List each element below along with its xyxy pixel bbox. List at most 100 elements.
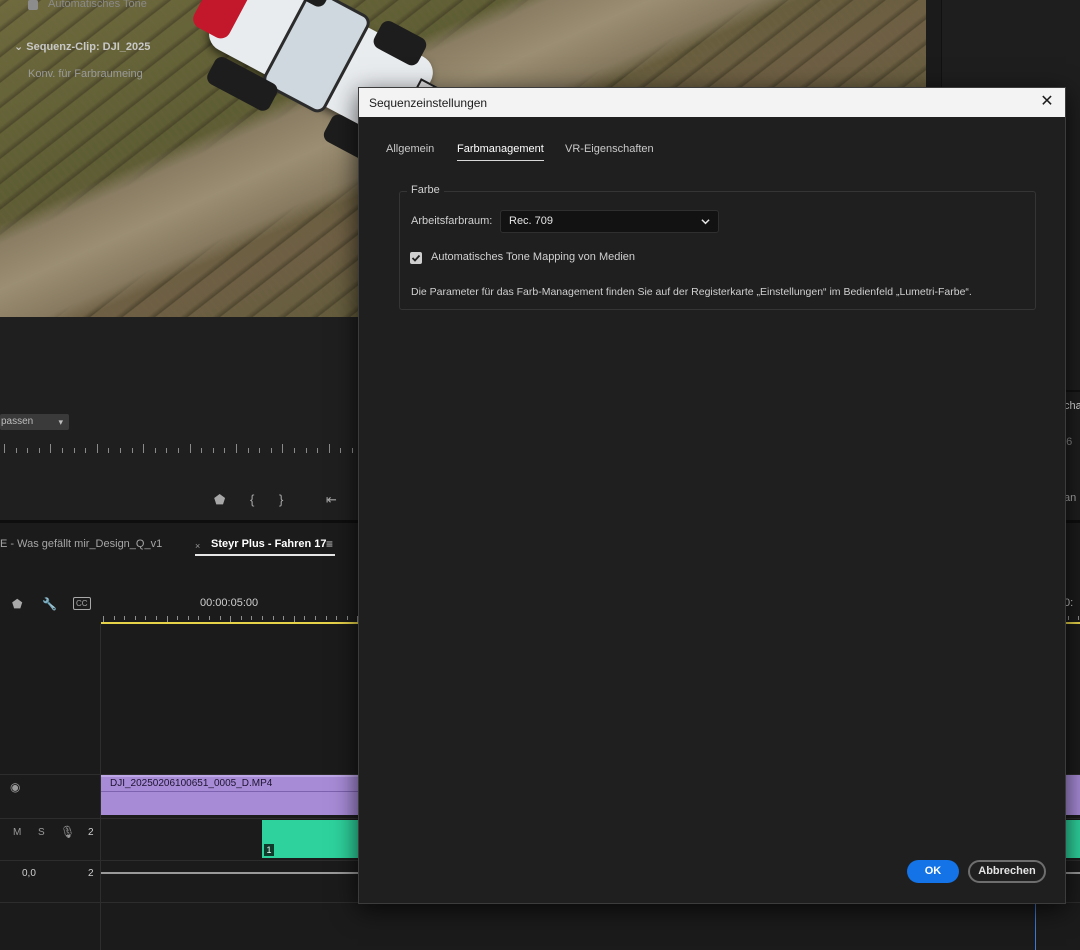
ruler-tick (50, 444, 51, 453)
ruler-tick (178, 448, 179, 453)
panel-menu-icon[interactable]: ≡ (326, 537, 333, 551)
timeline-ruler-tick (188, 616, 189, 620)
ruler-tick (108, 448, 109, 453)
timeline-ruler-tick (198, 616, 199, 620)
monitor-time-ruler[interactable] (0, 444, 358, 456)
tab-vr-eigenschaften[interactable]: VR-Eigenschaften (565, 143, 654, 155)
timeline-ruler-tick (326, 616, 327, 620)
right-lower-tab[interactable]: cha (1064, 400, 1080, 412)
mute-button[interactable]: M (13, 827, 21, 838)
ok-button[interactable]: OK (907, 860, 959, 883)
timeline-ruler-tick (336, 616, 337, 620)
timeline-ruler-tick (1068, 616, 1069, 620)
active-tab-underline (195, 554, 335, 556)
cancel-button[interactable]: Abbrechen (968, 860, 1046, 883)
ruler-tick (224, 448, 225, 453)
chevron-down-icon: ⌄ (14, 41, 27, 53)
conversion-label: Konv. für Farbraumeing (28, 68, 143, 80)
timeline-ruler-tick (262, 616, 263, 620)
working-color-space-select[interactable]: Rec. 709 (500, 210, 719, 233)
zoom-fit-dropdown[interactable]: passen ▾ (0, 414, 69, 430)
ruler-tick (259, 448, 260, 453)
timeline-ruler-tick (347, 616, 348, 620)
timeline-ruler-tick (177, 616, 178, 620)
audio-track-number: 2 (88, 827, 94, 838)
ruler-tick (97, 444, 98, 453)
timeline-ruler-tick (135, 616, 136, 620)
timeline-tab-inactive[interactable]: E - Was gefällt mir_Design_Q_v1 (0, 538, 162, 550)
ruler-tick (143, 444, 144, 453)
ruler-tick (282, 444, 283, 453)
active-tab-underline (457, 160, 544, 161)
timeline-ruler-tick (1078, 616, 1079, 620)
dialog-titlebar[interactable]: Sequenzeinstellungen ✕ (359, 88, 1065, 117)
ruler-tick (85, 448, 86, 453)
ruler-tick (317, 448, 318, 453)
ruler-tick (352, 448, 353, 453)
checkmark-icon (411, 254, 421, 262)
playhead[interactable] (1035, 903, 1036, 950)
timeline-ruler-tick (241, 616, 242, 620)
chevron-down-icon (701, 219, 710, 225)
wrench-icon[interactable]: 🔧 (42, 597, 57, 611)
ruler-tick (306, 448, 307, 453)
timeline-ruler-tick (209, 616, 210, 620)
video-clip-right[interactable] (1064, 775, 1080, 815)
timeline-ruler-tick (283, 616, 284, 620)
dialog-title: Sequenzeinstellungen (369, 96, 488, 110)
timeline-ruler-tick (315, 616, 316, 620)
timeline-ruler-tick (220, 616, 221, 620)
timeline-ruler-tick (145, 616, 146, 620)
timeline-tab-active[interactable]: Steyr Plus - Fahren 17 (211, 538, 327, 550)
ruler-tick (166, 448, 167, 453)
timeline-ruler-tick (251, 616, 252, 620)
close-icon[interactable]: × (195, 541, 200, 551)
timeline-ruler-tick (124, 616, 125, 620)
timeline-ruler-tick (304, 616, 305, 620)
auto-tone-checkbox-bg[interactable] (28, 0, 38, 10)
audio-clip-right[interactable] (1064, 820, 1080, 858)
video-clip-divider (101, 791, 358, 792)
add-marker-icon[interactable]: ⬟ (12, 597, 22, 611)
ruler-tick (4, 444, 5, 453)
mark-out-icon[interactable]: } (279, 492, 283, 507)
audio-clip-number: 1 (264, 844, 274, 856)
go-to-in-icon[interactable]: ⇤ (326, 492, 337, 508)
solo-button[interactable]: S (38, 827, 45, 838)
master-track-number: 2 (88, 868, 94, 879)
tone-mapping-label: Automatisches Tone Mapping von Medien (431, 251, 636, 263)
close-icon[interactable]: ✕ (1037, 92, 1057, 112)
tab-farbmanagement[interactable]: Farbmanagement (457, 143, 544, 155)
color-management-info: Die Parameter für das Farb-Management fi… (411, 286, 972, 298)
master-volume-line[interactable] (101, 872, 358, 874)
microphone-icon[interactable]: 🎙 (60, 825, 75, 839)
sequence-clip-label: Sequenz-Clip: DJI_2025 (26, 41, 151, 53)
ruler-tick (132, 448, 133, 453)
add-marker-icon[interactable]: ⬟ (214, 492, 225, 508)
ruler-tick (201, 448, 202, 453)
ruler-tick (213, 448, 214, 453)
eye-icon[interactable]: ◉ (10, 780, 20, 794)
ruler-tick (340, 448, 341, 453)
ruler-tick (190, 444, 191, 453)
audio-clip[interactable] (262, 820, 358, 858)
ruler-tick (39, 448, 40, 453)
ruler-tick (120, 448, 121, 453)
captions-icon[interactable]: CC (73, 597, 91, 610)
tab-allgemein[interactable]: Allgemein (386, 143, 434, 155)
timeline-ruler-tick (156, 616, 157, 620)
sequence-clip-header[interactable]: ⌄ Sequenz-Clip: DJI_2025 (14, 40, 150, 53)
auto-tone-label-bg: Automatisches Tone (48, 0, 147, 10)
working-color-space-value: Rec. 709 (509, 215, 554, 227)
master-volume-value[interactable]: 0,0 (22, 868, 36, 879)
ruler-tick (248, 448, 249, 453)
ruler-tick (294, 448, 295, 453)
ruler-tick (74, 448, 75, 453)
tone-mapping-checkbox[interactable] (410, 252, 422, 264)
zoom-fit-value: passen (1, 416, 34, 427)
ruler-tick (155, 448, 156, 453)
mark-in-icon[interactable]: { (250, 492, 254, 507)
sequence-settings-dialog: Sequenzeinstellungen ✕ Allgemein Farbman… (358, 87, 1066, 904)
timeline-timecode: 00:00:05:00 (200, 597, 259, 609)
ruler-tick (236, 444, 237, 453)
